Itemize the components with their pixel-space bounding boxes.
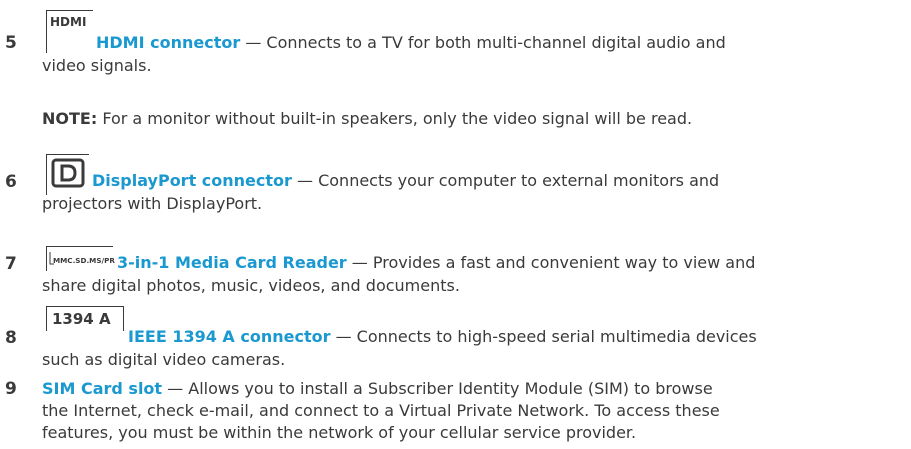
list-item-displayport: 6 DisplayPort connector — Connects your … (0, 150, 900, 230)
media-card-icon: MMC.SD.MS/PRO (46, 246, 115, 271)
item-description-cont: the Internet, check e-mail, and connect … (42, 401, 720, 420)
document-page: 5 HDMI HDMI connector — Connects to a TV… (0, 0, 911, 449)
item-title: IEEE 1394 A connector (128, 327, 331, 346)
list-item-hdmi: 5 HDMI HDMI connector — Connects to a TV… (0, 6, 900, 86)
item-description: — Provides a fast and convenient way to … (346, 253, 756, 272)
note-text: For a monitor without built-in speakers,… (97, 109, 693, 128)
ieee1394-icon-label: 1394 A (52, 310, 111, 328)
item-number: 9 (5, 379, 17, 399)
item-number: 5 (5, 33, 17, 53)
item-title: HDMI connector (96, 33, 241, 52)
svg-text:HDMI: HDMI (50, 15, 86, 29)
note-paragraph: NOTE: For a monitor without built-in spe… (0, 108, 900, 132)
item-description: — Allows you to install a Subscriber Ide… (162, 379, 713, 398)
ieee1394-icon: 1394 A (46, 306, 124, 331)
item-number: 6 (5, 172, 17, 192)
item-title: DisplayPort connector (92, 171, 292, 190)
list-item-ieee1394: 8 1394 A IEEE 1394 A connector — Connect… (0, 306, 900, 369)
item-description-cont: features, you must be within the network… (42, 423, 637, 442)
item-number: 7 (5, 254, 17, 274)
item-description-cont: projectors with DisplayPort. (42, 194, 263, 213)
item-description-cont: video signals. (42, 56, 152, 75)
displayport-icon (46, 154, 89, 195)
item-title: 3-in-1 Media Card Reader (117, 253, 347, 272)
list-item-sim-card-slot: 9 SIM Card slot — Allows you to install … (0, 373, 900, 449)
item-title: SIM Card slot (42, 379, 163, 398)
hdmi-icon: HDMI (46, 10, 93, 53)
media-card-icon-label: MMC.SD.MS/PRO (53, 256, 115, 265)
item-description-cont: share digital photos, music, videos, and… (42, 276, 460, 295)
item-description: — Connects your computer to external mon… (291, 171, 720, 190)
item-description: — Connects to a TV for both multi-channe… (240, 33, 726, 52)
note-label: NOTE: (42, 109, 98, 128)
list-item-media-card-reader: 7 MMC.SD.MS/PRO 3-in-1 Media Card Reader… (0, 244, 900, 304)
item-description-cont: such as digital video cameras. (42, 350, 286, 369)
item-number: 8 (5, 328, 17, 348)
item-description: — Connects to high-speed serial multimed… (330, 327, 757, 346)
